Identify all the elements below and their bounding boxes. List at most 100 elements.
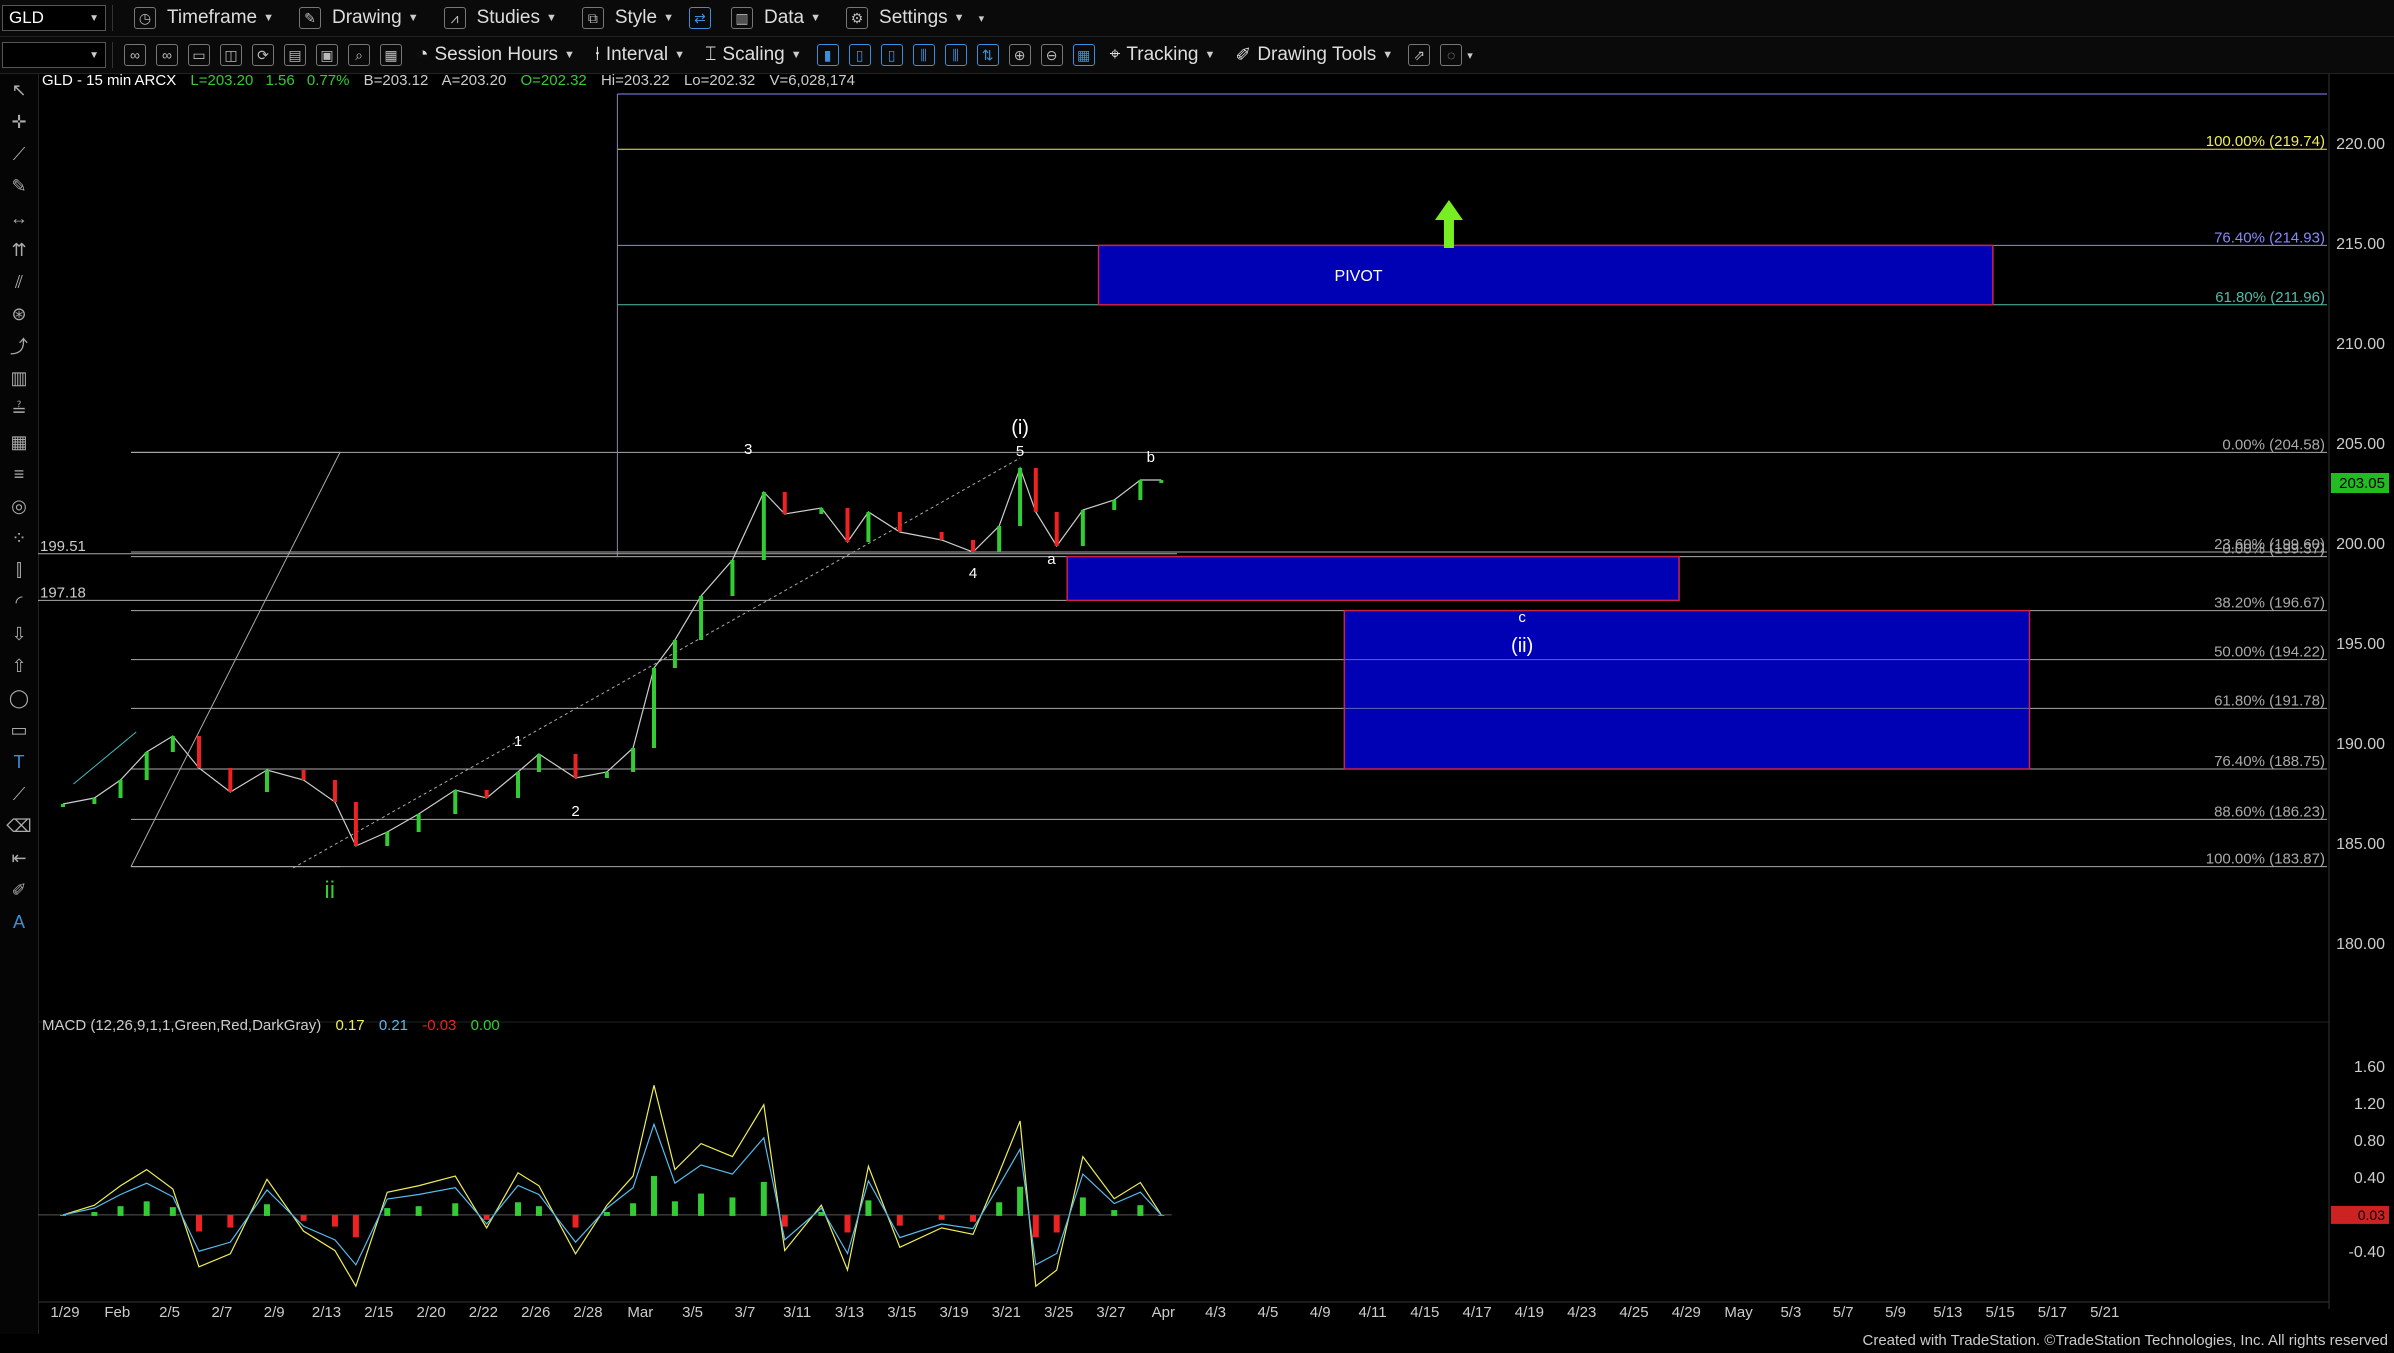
- x-tick-label: 3/15: [887, 1304, 916, 1321]
- scaling-menu[interactable]: ⌶ Scaling ▼: [695, 40, 812, 70]
- price-candle: [819, 508, 824, 514]
- price-candle: [971, 540, 976, 552]
- zoom-out-icon[interactable]: ⊖: [1040, 44, 1063, 66]
- zoom-in-icon[interactable]: ⊕: [1008, 44, 1031, 66]
- price-candle: [997, 526, 1002, 552]
- export-icon[interactable]: ⇗: [1408, 44, 1431, 66]
- zoom-bar-icon[interactable]: ⇅: [976, 44, 999, 66]
- x-tick-label: 3/27: [1096, 1304, 1125, 1321]
- x-tick-label: 5/13: [1933, 1304, 1962, 1321]
- snap-icon[interactable]: ⇤: [0, 842, 38, 874]
- y-tick-label: 185.00: [2336, 836, 2385, 853]
- candlestick-icon[interactable]: ▯: [848, 44, 871, 66]
- comment-icon[interactable]: ◌: [1440, 44, 1463, 66]
- gann-icon[interactable]: ⊛: [0, 298, 38, 330]
- settings-label: Settings: [879, 7, 948, 28]
- data-icon: ▥: [730, 7, 753, 29]
- style-menu[interactable]: ⧉ Style ▼: [567, 3, 684, 33]
- macd-histogram-bar: [698, 1193, 705, 1216]
- macd-histogram-bar: [844, 1214, 851, 1233]
- macd-value-3: -0.03: [422, 1017, 456, 1034]
- link-icon[interactable]: ∞: [124, 44, 146, 66]
- save-icon[interactable]: ▣: [316, 44, 338, 66]
- horizontal-line-icon[interactable]: ↔: [0, 202, 38, 234]
- wave-label: 2: [571, 803, 579, 820]
- tracking-menu[interactable]: ⌖ Tracking ▼: [1100, 40, 1226, 70]
- lines-icon[interactable]: ≡: [0, 458, 38, 490]
- y-tick-label: 220.00: [2336, 136, 2385, 153]
- pencil-icon[interactable]: ✎: [0, 170, 38, 202]
- search-icon[interactable]: ⌕: [348, 44, 370, 66]
- speedline-icon[interactable]: ⤴: [0, 330, 38, 362]
- price-candle: [332, 780, 337, 802]
- price-candle: [118, 780, 123, 798]
- pen-icon[interactable]: ⟋: [0, 778, 38, 810]
- crosshair-icon[interactable]: ✛: [0, 106, 38, 138]
- refresh-icon[interactable]: ⟳: [252, 44, 274, 66]
- macd-histogram-bar: [452, 1203, 459, 1216]
- arrow-up-icon[interactable]: ⇧: [0, 650, 38, 682]
- trendline-icon[interactable]: ⟋: [0, 138, 38, 170]
- settings-menu[interactable]: ⚙ Settings ▼: [831, 3, 975, 33]
- fib-level-label: 0.00% (199.37): [2222, 541, 2325, 558]
- chevron-down-icon: ▼: [953, 12, 965, 24]
- grid-tool-icon[interactable]: ▦: [0, 426, 38, 458]
- symbol-selector[interactable]: GLD ▼: [2, 5, 106, 31]
- chart-analysis-icon[interactable]: ◫: [220, 44, 242, 66]
- hollow-candle-icon[interactable]: ▯: [880, 44, 903, 66]
- circle-tool-icon[interactable]: ◎: [0, 490, 38, 522]
- session-hours-menu[interactable]: ◔ Session Hours ▼: [407, 40, 585, 70]
- macd-histogram-bar: [169, 1207, 176, 1216]
- print-icon[interactable]: ▤: [284, 44, 306, 66]
- grid-view-icon[interactable]: ▦: [1072, 44, 1095, 66]
- eraser-icon[interactable]: ⌫: [0, 810, 38, 842]
- chevron-down-icon: ▼: [674, 49, 686, 61]
- price-candle: [604, 772, 609, 778]
- toolbar-divider: [112, 5, 113, 31]
- overflow-menu-icon[interactable]: ▾: [979, 12, 985, 25]
- arrow-down-icon[interactable]: ⇩: [0, 618, 38, 650]
- timeframe-menu[interactable]: ◷ Timeframe ▼: [119, 3, 284, 33]
- text-color-icon[interactable]: A: [0, 906, 38, 938]
- pointer-icon[interactable]: ↖: [0, 74, 38, 106]
- ellipse-icon[interactable]: ◯: [0, 682, 38, 714]
- wave-label: (i): [1011, 417, 1029, 439]
- fib-extension-icon[interactable]: ≟: [0, 394, 38, 426]
- text-tool-icon[interactable]: T: [0, 746, 38, 778]
- measure-icon[interactable]: ⫿: [0, 554, 38, 586]
- dots-icon[interactable]: ⁘: [0, 522, 38, 554]
- grid-icon[interactable]: ▦: [380, 44, 402, 66]
- wave-label: 4: [969, 565, 977, 582]
- layout-selector[interactable]: ▼: [2, 42, 106, 68]
- data-menu[interactable]: ▥ Data ▼: [716, 3, 831, 33]
- macd-header: MACD (12,26,9,1,1,Green,Red,DarkGray) 0.…: [42, 1017, 500, 1034]
- overflow-menu-icon[interactable]: ▾: [1467, 49, 1473, 62]
- price-candle: [730, 560, 735, 596]
- paint-icon[interactable]: ✐: [0, 874, 38, 906]
- scroll-left-icon[interactable]: ⫼: [912, 44, 935, 66]
- rectangle-icon[interactable]: ▭: [0, 714, 38, 746]
- interval-menu[interactable]: ⍿ Interval ▼: [585, 40, 695, 70]
- window-icon[interactable]: ▭: [188, 44, 210, 66]
- macd-histogram-bar: [760, 1181, 767, 1216]
- chevron-down-icon: ▼: [263, 12, 274, 24]
- price-candle: [170, 736, 175, 752]
- macd-histogram-bar: [91, 1212, 98, 1216]
- price-chart[interactable]: 100.00% (219.74) 76.40% (214.93) 61.80% (2…: [38, 74, 2394, 1334]
- studies-menu[interactable]: ⩘ Studies ▼: [429, 3, 567, 33]
- fib-icon[interactable]: ⇈: [0, 234, 38, 266]
- drawing-tools-menu[interactable]: ✐ Drawing Tools ▼: [1225, 40, 1403, 70]
- data-label: Data: [763, 7, 805, 28]
- x-tick-label: Apr: [1152, 1304, 1175, 1321]
- bar-chart-icon[interactable]: ▮: [816, 44, 839, 66]
- layout-icon[interactable]: ⇄: [688, 7, 711, 29]
- channel-icon[interactable]: ⫽: [0, 266, 38, 298]
- x-tick-label: 3/19: [939, 1304, 968, 1321]
- x-tick-label: 5/3: [1780, 1304, 1801, 1321]
- scroll-right-icon[interactable]: ⫼: [944, 44, 967, 66]
- price-candle: [897, 512, 902, 532]
- drawing-menu[interactable]: ✎ Drawing ▼: [284, 3, 429, 33]
- arc-icon[interactable]: ◜: [0, 586, 38, 618]
- bars-icon[interactable]: ▥: [0, 362, 38, 394]
- link-icon-2[interactable]: ∞: [156, 44, 178, 66]
